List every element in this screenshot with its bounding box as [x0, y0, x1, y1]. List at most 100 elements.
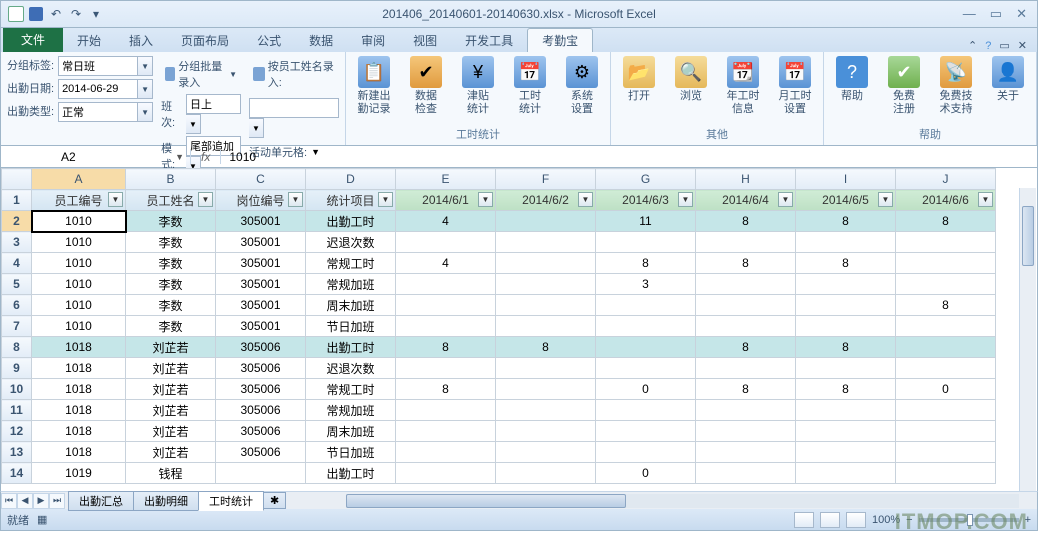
- cell[interactable]: 李数: [126, 316, 216, 337]
- cell[interactable]: 迟退次数: [306, 232, 396, 253]
- header-cell[interactable]: 2014/6/5▼: [796, 190, 896, 211]
- row-header-1[interactable]: 1: [2, 190, 32, 211]
- cell[interactable]: [896, 337, 996, 358]
- cell[interactable]: 1010: [32, 253, 126, 274]
- cell[interactable]: 8: [396, 379, 496, 400]
- sheet-nav-last[interactable]: ⏭: [49, 493, 65, 509]
- cell[interactable]: 8: [796, 211, 896, 232]
- header-cell[interactable]: 2014/6/3▼: [596, 190, 696, 211]
- cell[interactable]: [496, 253, 596, 274]
- btn-hours[interactable]: 📅工时 统计: [506, 54, 554, 118]
- cell[interactable]: [216, 463, 306, 484]
- col-header-E[interactable]: E: [396, 169, 496, 190]
- col-header-D[interactable]: D: [306, 169, 396, 190]
- cell[interactable]: 8: [696, 211, 796, 232]
- cell[interactable]: 1018: [32, 442, 126, 463]
- cell[interactable]: 1010: [32, 316, 126, 337]
- cell[interactable]: 出勤工时: [306, 211, 396, 232]
- btn-open[interactable]: 📂打开: [615, 54, 663, 105]
- cell[interactable]: 1010: [32, 295, 126, 316]
- cell[interactable]: [596, 232, 696, 253]
- sheet-tab-new[interactable]: ✱: [263, 492, 286, 509]
- namebox-dropdown-icon[interactable]: ▼: [169, 152, 190, 162]
- cell[interactable]: 刘芷若: [126, 358, 216, 379]
- horizontal-scrollbar[interactable]: [346, 494, 1019, 508]
- maximize-button[interactable]: ▭: [990, 6, 1002, 22]
- cell[interactable]: 8: [396, 337, 496, 358]
- tab-data[interactable]: 数据: [295, 29, 347, 52]
- tab-view[interactable]: 视图: [399, 29, 451, 52]
- cell[interactable]: 305001: [216, 211, 306, 232]
- ribbon-minimize-icon[interactable]: ⌃: [968, 39, 977, 52]
- tab-kaoqinbao[interactable]: 考勤宝: [527, 28, 593, 52]
- cell[interactable]: [896, 274, 996, 295]
- filter-icon[interactable]: ▼: [108, 192, 123, 207]
- cell[interactable]: [496, 274, 596, 295]
- cell[interactable]: 1018: [32, 400, 126, 421]
- btn-allowance[interactable]: ¥津贴 统计: [454, 54, 502, 118]
- zoom-out-button[interactable]: −: [906, 514, 912, 526]
- help-icon[interactable]: ?: [985, 40, 991, 52]
- cell[interactable]: 迟退次数: [306, 358, 396, 379]
- redo-button[interactable]: ↷: [67, 5, 85, 23]
- cell[interactable]: [396, 316, 496, 337]
- minimize-button[interactable]: —: [963, 6, 976, 22]
- v-scroll-thumb[interactable]: [1022, 206, 1034, 266]
- btn-tech[interactable]: 📡免费技 术支持: [932, 54, 980, 118]
- cell[interactable]: [696, 295, 796, 316]
- filter-icon[interactable]: ▼: [378, 192, 393, 207]
- cell[interactable]: 11: [596, 211, 696, 232]
- header-cell[interactable]: 员工姓名▼: [126, 190, 216, 211]
- cell[interactable]: 8: [896, 211, 996, 232]
- spreadsheet-grid[interactable]: ABCDEFGHIJ1员工编号▼员工姓名▼岗位编号▼统计项目▼2014/6/1▼…: [1, 168, 996, 484]
- cell[interactable]: 李数: [126, 211, 216, 232]
- cell[interactable]: [696, 421, 796, 442]
- cell[interactable]: [496, 463, 596, 484]
- cell[interactable]: 8: [896, 295, 996, 316]
- row-header-4[interactable]: 4: [2, 253, 32, 274]
- cell[interactable]: [796, 463, 896, 484]
- cell[interactable]: 常规加班: [306, 274, 396, 295]
- cell[interactable]: 8: [696, 337, 796, 358]
- cell[interactable]: 8: [796, 379, 896, 400]
- cell[interactable]: [396, 295, 496, 316]
- filter-icon[interactable]: ▼: [678, 192, 693, 207]
- header-cell[interactable]: 岗位编号▼: [216, 190, 306, 211]
- cell[interactable]: [596, 358, 696, 379]
- cell[interactable]: 刘芷若: [126, 442, 216, 463]
- cell[interactable]: [896, 442, 996, 463]
- cell[interactable]: [396, 463, 496, 484]
- cell[interactable]: 1018: [32, 379, 126, 400]
- cell[interactable]: [496, 316, 596, 337]
- cell[interactable]: 4: [396, 253, 496, 274]
- h-scroll-thumb[interactable]: [346, 494, 626, 508]
- sheet-nav-prev[interactable]: ◀: [17, 493, 33, 509]
- cell[interactable]: [696, 358, 796, 379]
- tab-home[interactable]: 开始: [63, 29, 115, 52]
- view-normal-button[interactable]: [794, 512, 814, 528]
- select-all-corner[interactable]: [2, 169, 32, 190]
- cell[interactable]: [796, 274, 896, 295]
- cell[interactable]: 刘芷若: [126, 379, 216, 400]
- cell[interactable]: 钱程: [126, 463, 216, 484]
- cell[interactable]: 出勤工时: [306, 337, 396, 358]
- cell[interactable]: [396, 442, 496, 463]
- header-cell[interactable]: 2014/6/6▼: [896, 190, 996, 211]
- cell[interactable]: [696, 400, 796, 421]
- vertical-scrollbar[interactable]: [1019, 188, 1036, 491]
- cell[interactable]: 李数: [126, 295, 216, 316]
- btn-register[interactable]: ✔免费 注册: [880, 54, 928, 118]
- btn-data-check[interactable]: ✔数据 检查: [402, 54, 450, 118]
- tab-insert[interactable]: 插入: [115, 29, 167, 52]
- cell[interactable]: [696, 316, 796, 337]
- combo-byname[interactable]: ▼: [249, 98, 339, 138]
- btn-settings[interactable]: ⚙系统 设置: [558, 54, 606, 118]
- cell[interactable]: [796, 421, 896, 442]
- header-cell[interactable]: 2014/6/2▼: [496, 190, 596, 211]
- btn-about[interactable]: 👤关于: [984, 54, 1032, 105]
- row-header-3[interactable]: 3: [2, 232, 32, 253]
- window-restore-icon[interactable]: ▭: [999, 39, 1009, 52]
- cell[interactable]: 1010: [32, 232, 126, 253]
- cell[interactable]: 节日加班: [306, 316, 396, 337]
- row-header-12[interactable]: 12: [2, 421, 32, 442]
